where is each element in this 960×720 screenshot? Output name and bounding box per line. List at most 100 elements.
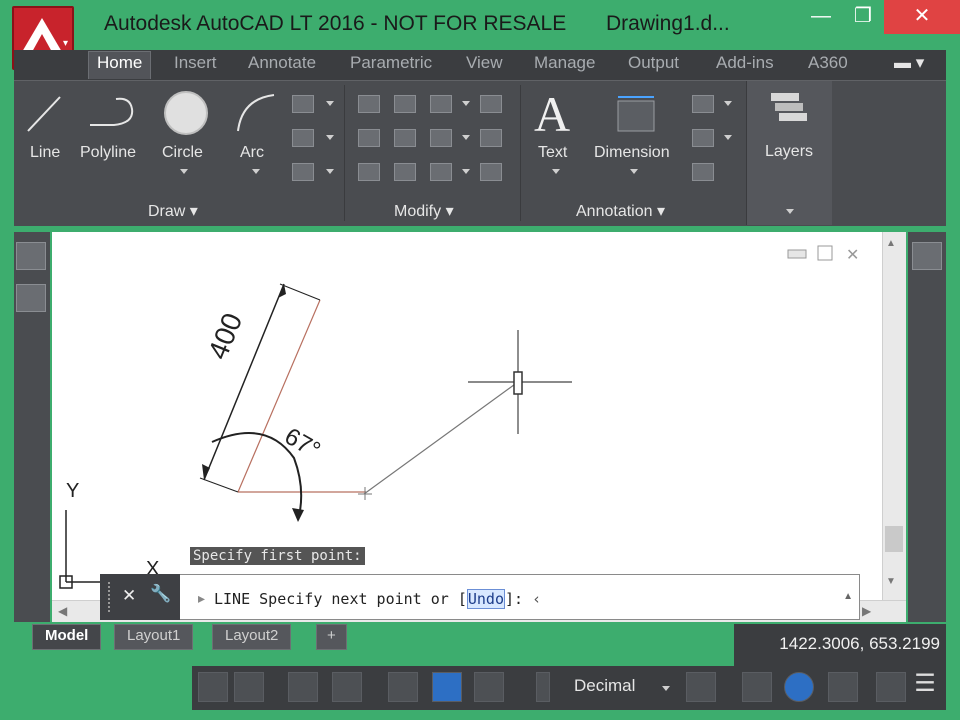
tab-layout1[interactable]: Layout1 [114, 624, 194, 650]
layers-panel[interactable]: Layers [746, 81, 832, 225]
scroll-left-icon[interactable]: ◀ [58, 604, 67, 618]
ribbon-options-icon[interactable]: ▬ ▾ [894, 53, 924, 73]
selection-cycling-icon[interactable] [474, 672, 504, 702]
vertical-scrollbar[interactable]: ▲ ▼ [882, 232, 906, 600]
status-bar: Decimal ☰ [192, 666, 946, 710]
command-prompt-icon: ▸ [198, 590, 206, 606]
units-selector[interactable]: Decimal [574, 676, 635, 696]
mirror-icon[interactable] [394, 129, 416, 147]
tab-a360[interactable]: A360 [808, 53, 848, 73]
layers-icon [771, 93, 807, 121]
circle-icon [164, 91, 208, 135]
leader-icon[interactable] [692, 129, 714, 147]
hardware-acceleration-icon[interactable] [784, 672, 814, 702]
tab-output[interactable]: Output [628, 53, 679, 73]
chevron-down-icon[interactable] [180, 169, 188, 174]
offset-icon[interactable] [480, 163, 502, 181]
layers-button[interactable]: Layers [765, 143, 813, 161]
command-history: Specify first point: [190, 547, 365, 565]
chevron-down-icon[interactable] [662, 686, 670, 691]
restore-button[interactable]: ❐ [842, 0, 884, 34]
scroll-up-icon[interactable]: ▲ [886, 238, 896, 249]
copy-icon[interactable] [358, 129, 380, 147]
layout-tabs: Model Layout1 Layout2 + [14, 622, 734, 650]
drawing-canvas[interactable]: ✕ 400 67° Y X [52, 232, 882, 600]
annotation-panel-title[interactable]: Annotation ▾ [576, 201, 665, 221]
polyline-icon [90, 97, 134, 126]
coordinate-readout[interactable]: 1422.3006, 653.2199 [734, 624, 946, 666]
command-history-toggle-icon[interactable]: ▲ [843, 591, 853, 602]
text-icon: A [534, 86, 571, 142]
ortho-icon[interactable] [288, 672, 318, 702]
scroll-right-icon[interactable]: ▶ [862, 604, 871, 618]
lineweight-icon[interactable] [388, 672, 418, 702]
dimension-icon [617, 96, 655, 132]
properties-palette-icon[interactable] [16, 284, 46, 312]
performance-icon[interactable] [876, 672, 906, 702]
tab-layout2[interactable]: Layout2 [212, 624, 292, 650]
grid-icon[interactable] [198, 672, 228, 702]
autocad-window: ▾ Autodesk AutoCAD LT 2016 - NOT FOR RES… [0, 0, 960, 720]
drag-handle-icon[interactable] [108, 582, 112, 612]
draw-panel-title[interactable]: Draw ▾ [148, 201, 198, 221]
command-input[interactable]: LINE Specify next point or [Undo]: ‹ [214, 589, 541, 609]
erase-icon[interactable] [480, 95, 502, 113]
command-text-end: ]: [505, 590, 533, 608]
polyline-button[interactable]: Polyline [80, 144, 136, 162]
osnap-icon[interactable] [432, 672, 462, 702]
text-button[interactable]: Text [538, 144, 567, 162]
tab-insert[interactable]: Insert [174, 53, 217, 73]
tool-palette-icon[interactable] [16, 242, 46, 270]
polar-icon[interactable] [332, 672, 362, 702]
undo-option[interactable]: Undo [466, 589, 505, 609]
customization-menu-icon[interactable]: ☰ [910, 672, 940, 702]
stretch-icon[interactable] [358, 163, 380, 181]
tab-model[interactable]: Model [32, 624, 102, 650]
add-layout-button[interactable]: + [316, 624, 347, 650]
move-icon[interactable] [358, 95, 380, 113]
annotation-scale-icon[interactable] [536, 672, 550, 702]
settings-icon[interactable]: 🔧 [150, 584, 171, 604]
fillet-icon[interactable] [430, 129, 452, 147]
scroll-thumb[interactable] [885, 526, 903, 552]
explode-icon[interactable] [480, 129, 502, 147]
gradient-icon[interactable] [292, 163, 314, 181]
close-button[interactable]: ✕ [884, 0, 960, 34]
chevron-down-icon[interactable] [786, 209, 794, 214]
ucs-y-label: Y [66, 480, 80, 502]
arc-button[interactable]: Arc [240, 144, 264, 162]
window-title: Autodesk AutoCAD LT 2016 - NOT FOR RESAL… [104, 12, 567, 35]
tab-home[interactable]: Home [88, 51, 152, 79]
tab-manage[interactable]: Manage [534, 53, 595, 73]
line-button[interactable]: Line [30, 144, 60, 162]
scroll-down-icon[interactable]: ▼ [886, 576, 896, 587]
isolate-objects-icon[interactable] [742, 672, 772, 702]
circle-button[interactable]: Circle [162, 144, 203, 162]
chevron-down-icon[interactable] [252, 169, 260, 174]
modify-panel-title[interactable]: Modify ▾ [394, 201, 454, 221]
tab-add-ins[interactable]: Add-ins [716, 53, 774, 73]
rotate-icon[interactable] [394, 95, 416, 113]
trim-icon[interactable] [430, 95, 452, 113]
right-tool-strip [908, 232, 946, 622]
command-text: LINE Specify next point or [ [214, 590, 467, 608]
quick-properties-icon[interactable] [686, 672, 716, 702]
drawing-geometry: ✕ [59, 245, 859, 589]
rectangle-icon[interactable] [292, 95, 314, 113]
tab-annotate[interactable]: Annotate [248, 53, 316, 73]
clean-screen-icon[interactable] [828, 672, 858, 702]
ribbon-home-panel: Line Polyline Circle Arc Draw ▾ Modify ▾… [14, 80, 946, 226]
linear-dimension-icon[interactable] [692, 95, 714, 113]
tab-view[interactable]: View [466, 53, 503, 73]
navigation-palette-icon[interactable] [912, 242, 942, 270]
dimension-button[interactable]: Dimension [594, 144, 670, 162]
minimize-button[interactable]: — [800, 0, 842, 34]
hatch-icon[interactable] [292, 129, 314, 147]
close-icon[interactable]: ✕ [122, 586, 136, 606]
command-line-toolbar: ✕ 🔧 [100, 574, 180, 620]
tab-parametric[interactable]: Parametric [350, 53, 432, 73]
array-icon[interactable] [430, 163, 452, 181]
snap-icon[interactable] [234, 672, 264, 702]
scale-icon[interactable] [394, 163, 416, 181]
table-icon[interactable] [692, 163, 714, 181]
